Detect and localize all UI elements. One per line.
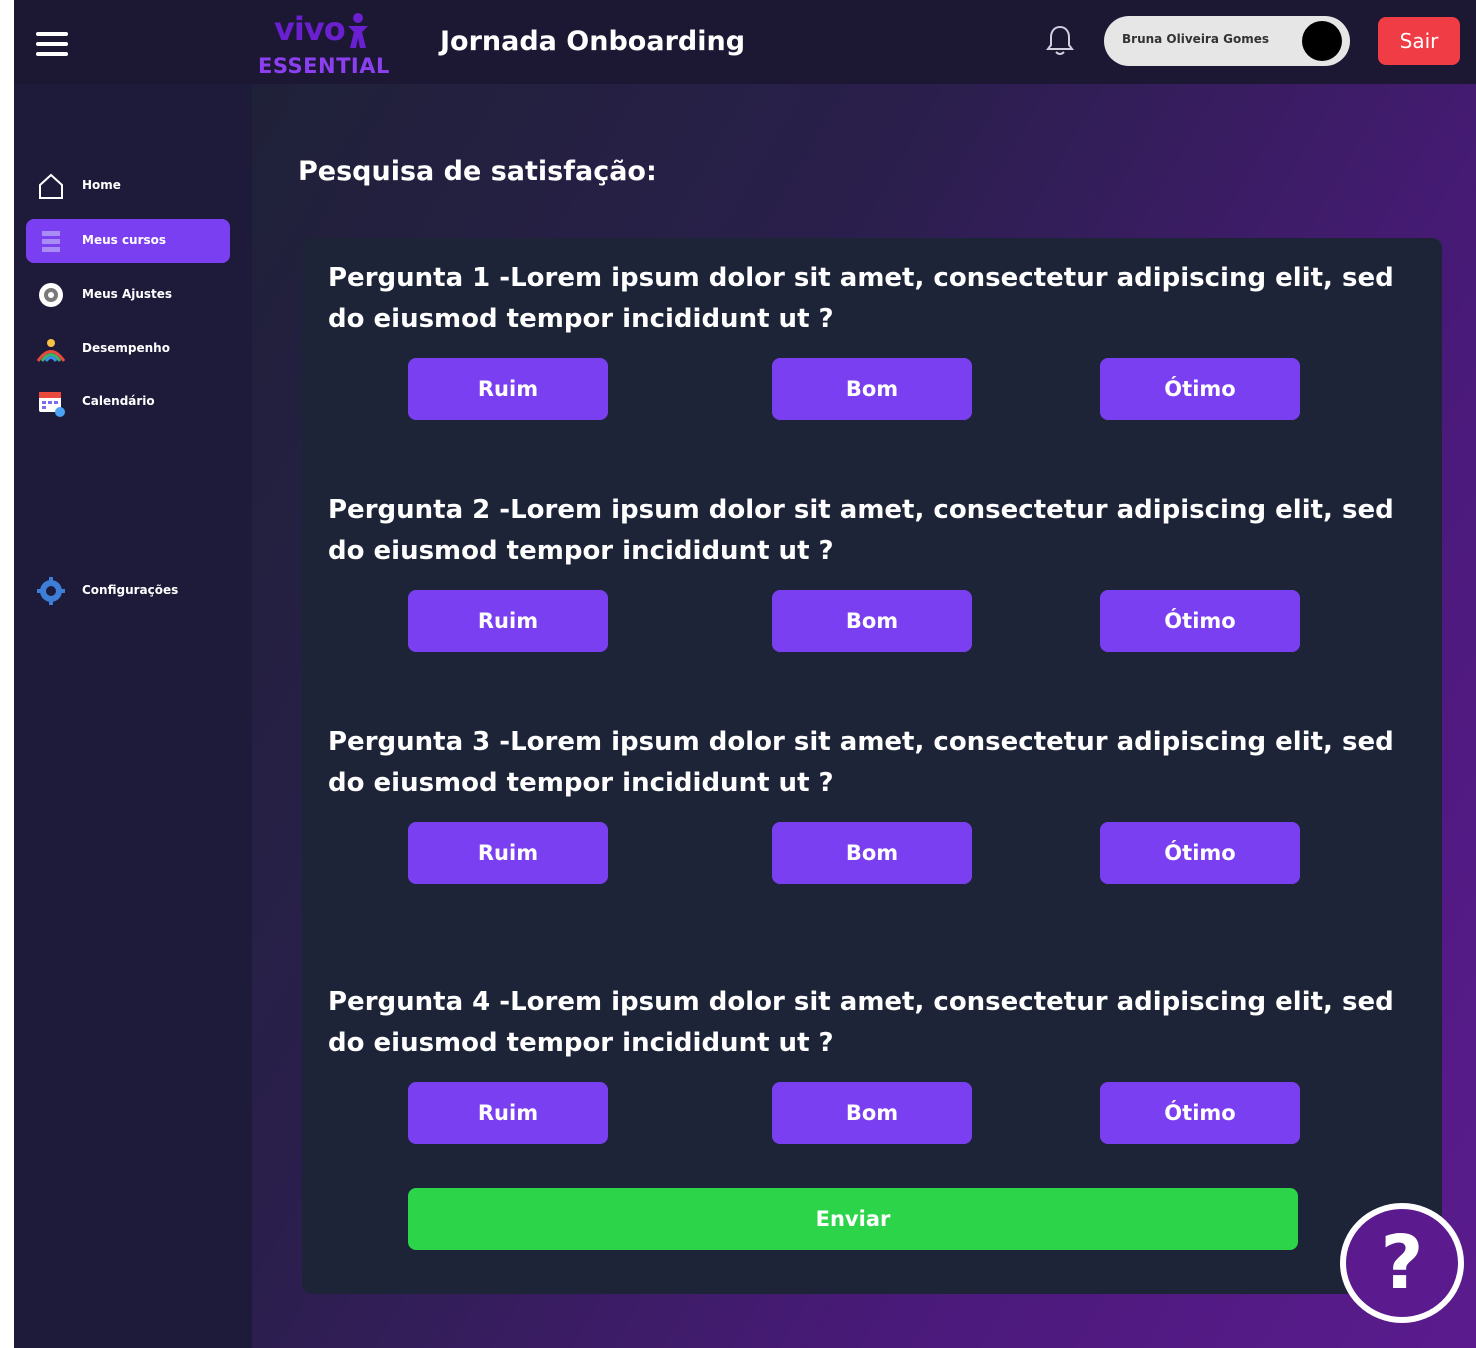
vivo-essential-logo: vivo ESSENTIAL (258, 10, 390, 80)
sidebar-item-label: Configurações (82, 583, 179, 597)
top-header: vivo ESSENTIAL Jornada Onboarding Bruna … (14, 0, 1476, 84)
page-title: Pesquisa de satisfação: (298, 156, 657, 187)
sidebar-item-label: Meus cursos (82, 233, 167, 247)
survey-question: Pergunta 3 -Lorem ipsum dolor sit amet, … (328, 722, 1418, 804)
answer-otimo-button[interactable]: Ótimo (1100, 1082, 1300, 1144)
sidebar-item-home[interactable]: Home (26, 164, 230, 208)
sidebar-item-calendario[interactable]: Calendário (26, 380, 230, 424)
app-window: vivo ESSENTIAL Jornada Onboarding Bruna … (14, 0, 1476, 1348)
notification-bell-icon[interactable] (1044, 24, 1076, 58)
user-profile-pill[interactable]: Bruna Oliveira Gomes (1104, 16, 1350, 66)
answer-otimo-button[interactable]: Ótimo (1100, 590, 1300, 652)
question-text: Pergunta 3 -Lorem ipsum dolor sit amet, … (328, 727, 1394, 798)
performance-icon (36, 339, 66, 362)
question-text: Pergunta 2 -Lorem ipsum dolor sit amet, … (328, 495, 1394, 566)
adjustments-icon (39, 283, 63, 307)
sidebar-item-configuracoes[interactable]: Configurações (26, 569, 230, 613)
vivo-figure-icon (348, 13, 368, 48)
calendar-icon (39, 392, 65, 417)
question-text: Pergunta 1 -Lorem ipsum dolor sit amet, … (328, 263, 1394, 334)
sidebar-item-desempenho[interactable]: Desempenho (26, 327, 230, 371)
submit-button[interactable]: Enviar (408, 1188, 1298, 1250)
sidebar-item-label: Desempenho (82, 341, 170, 355)
gear-icon (37, 577, 65, 605)
courses-icon (42, 231, 60, 252)
help-button[interactable]: ? (1340, 1203, 1464, 1323)
sidebar-item-meus-cursos[interactable]: Meus cursos (26, 219, 230, 263)
question-text: Pergunta 4 -Lorem ipsum dolor sit amet, … (328, 987, 1394, 1058)
answer-bom-button[interactable]: Bom (772, 358, 972, 420)
answer-ruim-button[interactable]: Ruim (408, 590, 608, 652)
survey-question: Pergunta 4 -Lorem ipsum dolor sit amet, … (328, 982, 1418, 1064)
sidebar: Home Meus cursos Meus Ajustes Desempenho… (14, 84, 252, 1348)
survey-card: Pergunta 1 -Lorem ipsum dolor sit amet, … (302, 238, 1442, 1294)
sidebar-item-label: Meus Ajustes (82, 287, 173, 301)
answer-ruim-button[interactable]: Ruim (408, 358, 608, 420)
answer-ruim-button[interactable]: Ruim (408, 1082, 608, 1144)
answer-otimo-button[interactable]: Ótimo (1100, 358, 1300, 420)
survey-question: Pergunta 1 -Lorem ipsum dolor sit amet, … (328, 258, 1418, 340)
home-icon (39, 173, 63, 199)
hamburger-menu-icon[interactable] (36, 32, 72, 62)
logout-button[interactable]: Sair (1378, 17, 1460, 65)
app-title: Jornada Onboarding (440, 26, 746, 57)
answer-bom-button[interactable]: Bom (772, 590, 972, 652)
logo-vivo-text: vivo (274, 10, 346, 48)
answer-bom-button[interactable]: Bom (772, 1082, 972, 1144)
survey-question: Pergunta 2 -Lorem ipsum dolor sit amet, … (328, 490, 1418, 572)
sidebar-item-meus-ajustes[interactable]: Meus Ajustes (26, 273, 230, 317)
logo-essential-text: ESSENTIAL (258, 54, 390, 78)
answer-ruim-button[interactable]: Ruim (408, 822, 608, 884)
sidebar-item-label: Calendário (82, 394, 155, 408)
answer-bom-button[interactable]: Bom (772, 822, 972, 884)
sidebar-item-label: Home (82, 178, 121, 192)
answer-otimo-button[interactable]: Ótimo (1100, 822, 1300, 884)
user-name: Bruna Oliveira Gomes (1122, 32, 1269, 46)
main-content: Pesquisa de satisfação: Pergunta 1 -Lore… (252, 84, 1476, 1348)
avatar (1302, 21, 1342, 61)
